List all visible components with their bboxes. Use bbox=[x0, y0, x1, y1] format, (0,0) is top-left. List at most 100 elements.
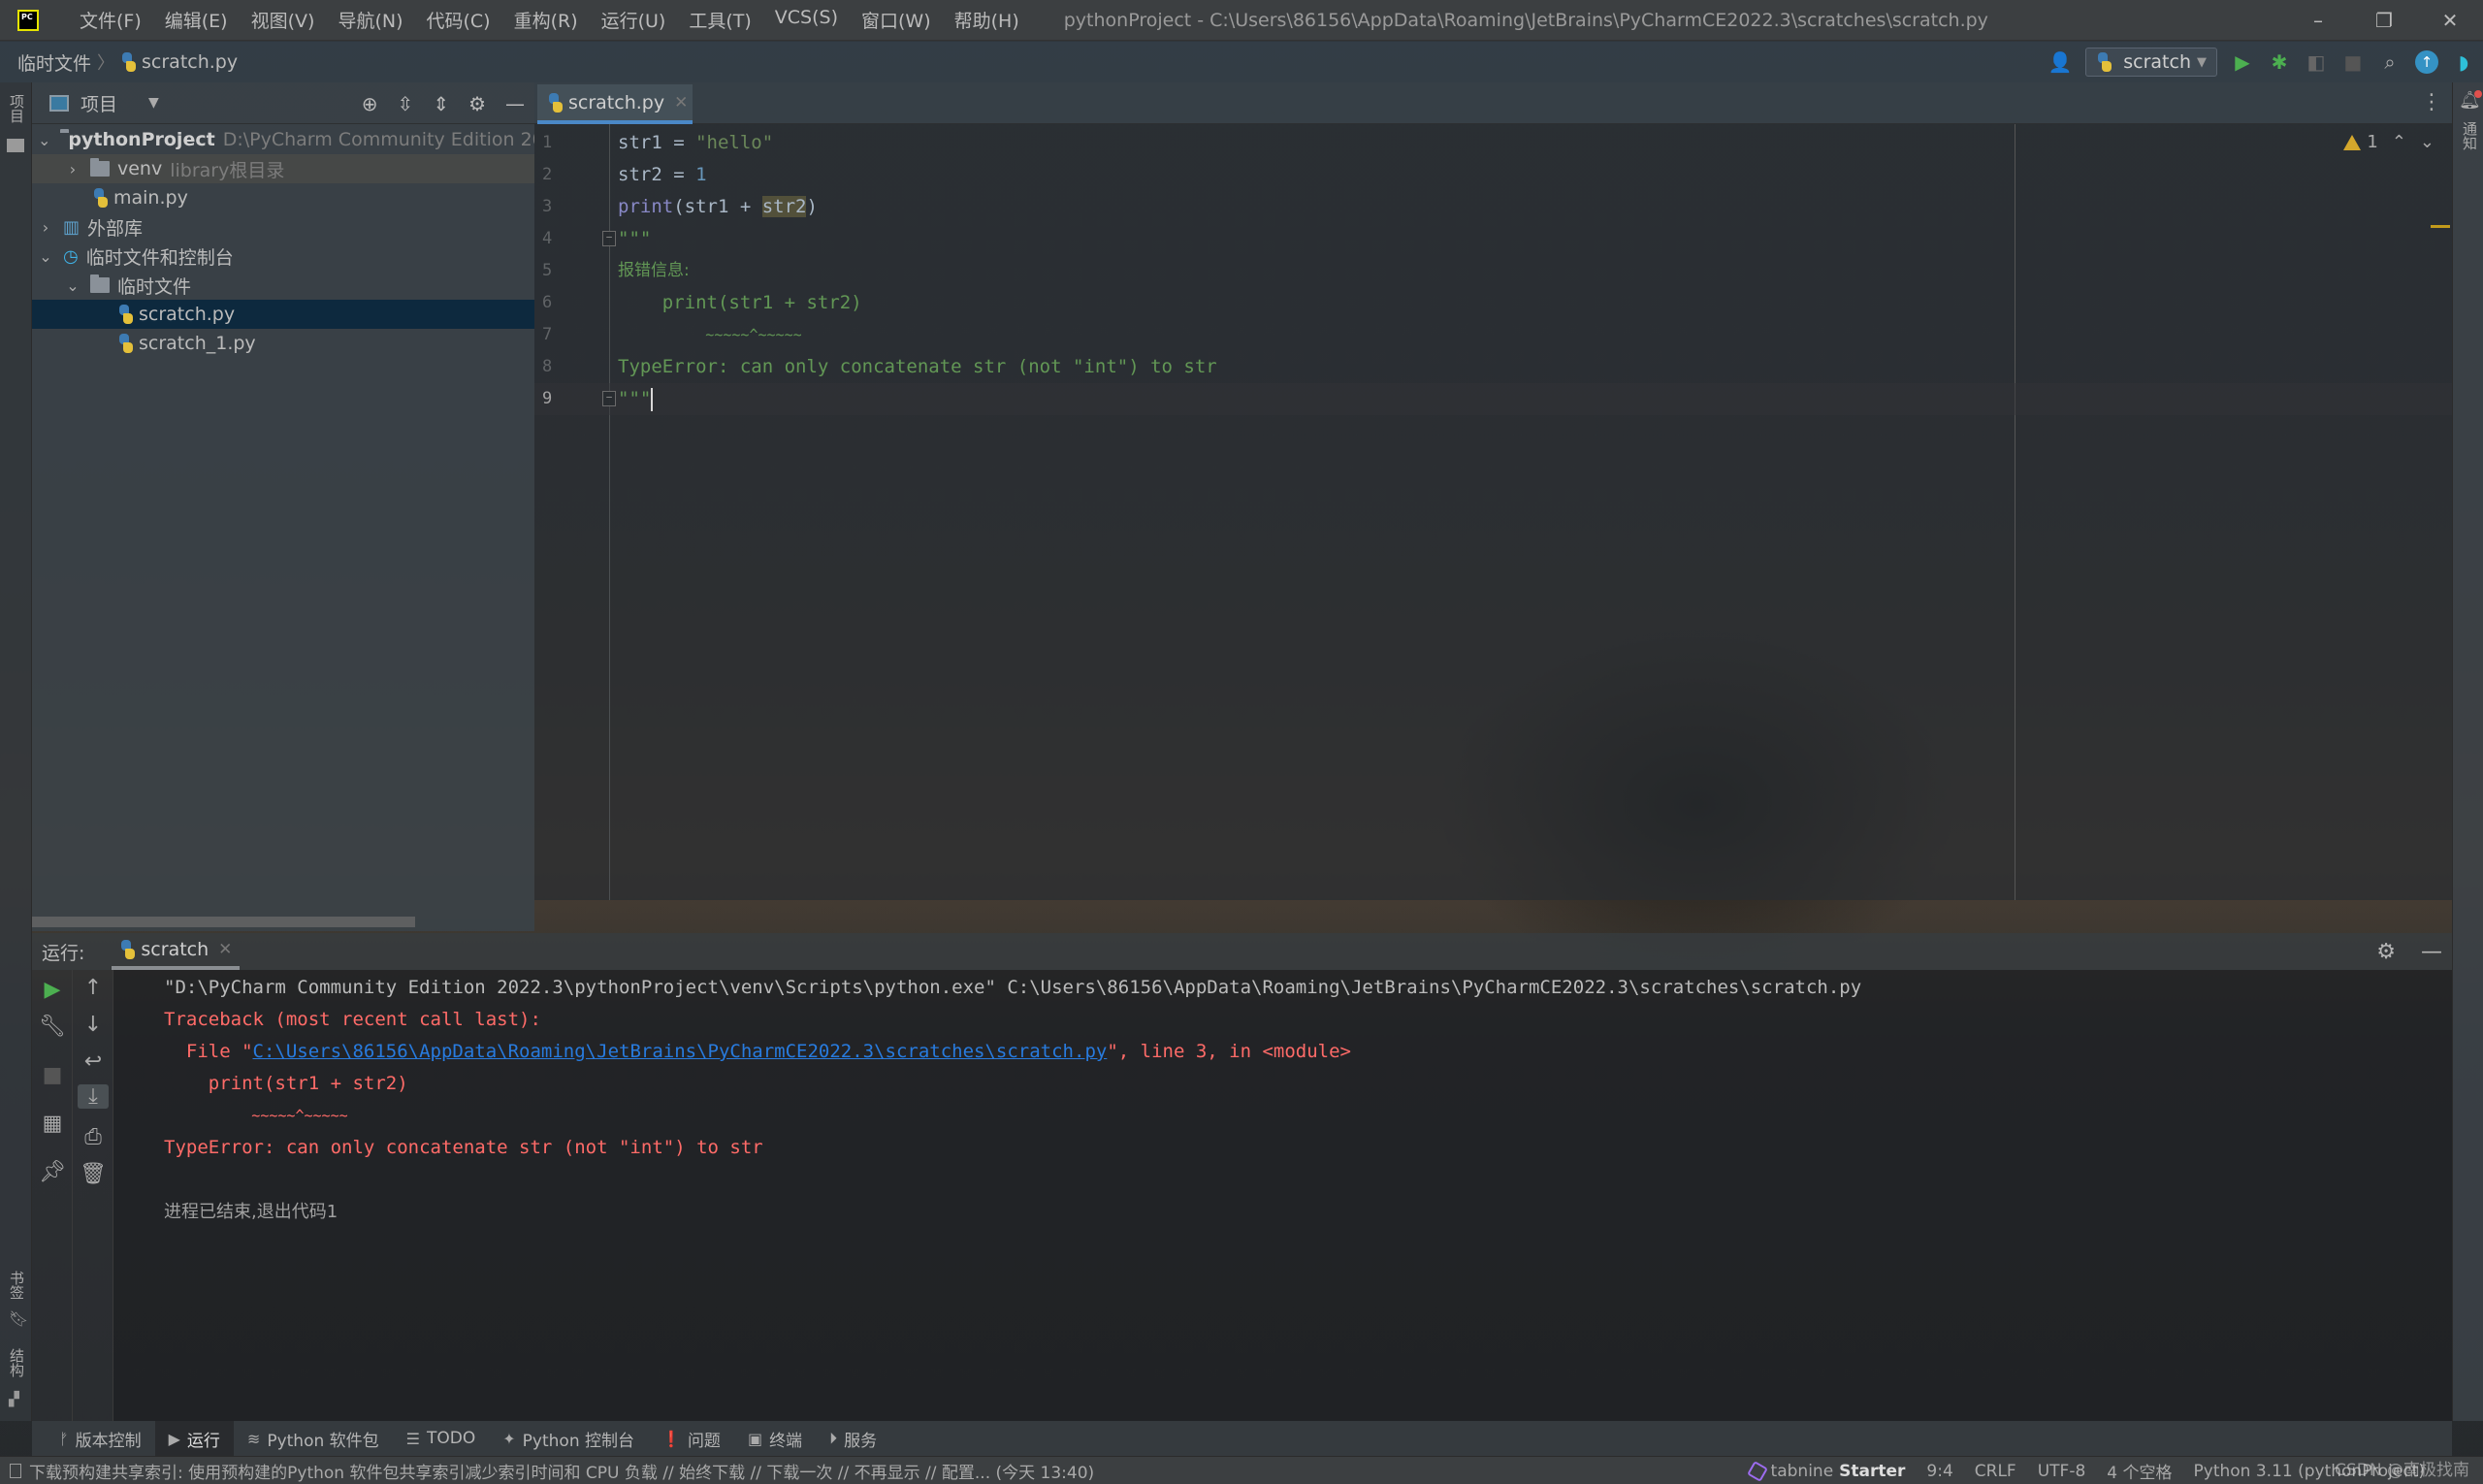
gear-icon[interactable]: ⚙ bbox=[2376, 940, 2396, 964]
tool-tab-run[interactable]: ▶ 运行 bbox=[154, 1421, 234, 1456]
debug-icon[interactable]: ✱ bbox=[2268, 50, 2291, 74]
search-icon[interactable]: ⌕ bbox=[2378, 50, 2402, 74]
close-icon[interactable]: ✕ bbox=[218, 940, 232, 959]
hide-icon[interactable]: — bbox=[2421, 940, 2442, 964]
toggle-tool-windows-icon[interactable] bbox=[10, 1463, 21, 1478]
locate-icon[interactable]: ⊕ bbox=[362, 92, 378, 115]
tool-tab-vcs[interactable]: ᚠ 版本控制 bbox=[46, 1421, 155, 1456]
project-view-title[interactable]: 项目 bbox=[81, 90, 117, 116]
menu-view[interactable]: 视图(V) bbox=[240, 7, 327, 33]
tool-tab-python-console[interactable]: ✦ Python 控制台 bbox=[489, 1421, 648, 1456]
code-line[interactable]: 2 str2 = 1 bbox=[534, 159, 2452, 191]
project-horizontal-scrollbar[interactable] bbox=[32, 917, 415, 927]
fold-icon[interactable]: − bbox=[602, 231, 616, 246]
status-message[interactable]: 下载预构建共享索引: 使用预构建的Python 软件包共享索引减少索引时间和 C… bbox=[10, 1459, 1094, 1483]
line-separator[interactable]: CRLF bbox=[1975, 1462, 2016, 1481]
menu-refactor[interactable]: 重构(R) bbox=[502, 7, 590, 33]
warning-stripe-marker[interactable] bbox=[2431, 225, 2450, 228]
caret-position[interactable]: 9:4 bbox=[1926, 1462, 1952, 1481]
code-line[interactable]: 8 TypeError: can only concatenate str (n… bbox=[534, 351, 2452, 383]
tool-tab-todo[interactable]: ☰ TODO bbox=[393, 1421, 490, 1456]
tree-item-pythonproject[interactable]: ⌄ pythonProject D:\PyCharm Community Edi… bbox=[32, 125, 534, 154]
more-options-icon[interactable]: ⋮ bbox=[2421, 90, 2442, 114]
menu-vcs[interactable]: VCS(S) bbox=[763, 7, 850, 33]
soft-wrap-icon[interactable]: ↩ bbox=[73, 1049, 113, 1074]
restore-button[interactable]: ❐ bbox=[2351, 0, 2417, 41]
file-link[interactable]: C:\Users\86156\AppData\Roaming\JetBrains… bbox=[253, 1041, 1108, 1062]
console-output[interactable]: "D:\PyCharm Community Edition 2022.3\pyt… bbox=[113, 970, 2452, 1421]
chevron-down-icon[interactable]: ⌄ bbox=[2420, 132, 2435, 152]
tab-scratch-py[interactable]: scratch.py ✕ bbox=[537, 84, 693, 124]
tool-tab-services[interactable]: ⏵ 服务 bbox=[816, 1421, 890, 1456]
menu-window[interactable]: 窗口(W) bbox=[850, 7, 943, 33]
bookmarks-tool-button[interactable]: 书签 bbox=[7, 1271, 27, 1300]
chevron-right-icon[interactable]: › bbox=[38, 218, 53, 237]
project-tool-button[interactable]: 项目 bbox=[7, 94, 27, 123]
arrow-up-icon[interactable]: ↑ bbox=[73, 976, 113, 1000]
chevron-up-icon[interactable]: ⌃ bbox=[2392, 132, 2406, 152]
tree-item-venv[interactable]: › venv library根目录 bbox=[32, 154, 534, 183]
hide-icon[interactable]: — bbox=[505, 92, 525, 115]
code-editor[interactable]: 1 str1 = "hello" 2 str2 = 1 3 print(str1… bbox=[534, 124, 2452, 900]
run-tab-scratch[interactable]: scratch ✕ bbox=[112, 933, 241, 970]
account-icon[interactable]: 👤 bbox=[2048, 50, 2073, 74]
menu-edit[interactable]: 编辑(E) bbox=[153, 7, 240, 33]
menu-file[interactable]: 文件(F) bbox=[68, 7, 153, 33]
chevron-down-icon[interactable]: ⌄ bbox=[38, 247, 53, 266]
close-button[interactable]: ✕ bbox=[2417, 0, 2483, 41]
code-line[interactable]: 5 报错信息: bbox=[534, 255, 2452, 287]
code-line[interactable]: 1 str1 = "hello" bbox=[534, 127, 2452, 159]
code-line[interactable]: 3 print(str1 + str2) bbox=[534, 191, 2452, 223]
tree-item-scratches[interactable]: ⌄ 临时文件 bbox=[32, 271, 534, 300]
gear-icon[interactable]: ⚙ bbox=[468, 92, 486, 115]
wrench-icon[interactable]: 🔧︎ bbox=[32, 1015, 73, 1039]
breadcrumb-scratches[interactable]: 临时文件 bbox=[17, 49, 91, 76]
notifications-tool-button[interactable]: 通知 bbox=[2460, 121, 2480, 150]
trash-icon[interactable]: 🗑︎ bbox=[73, 1162, 113, 1186]
tree-item-scratch-1-py[interactable]: scratch_1.py bbox=[32, 329, 534, 358]
tree-item-external-libraries[interactable]: › ▥ 外部库 bbox=[32, 212, 534, 242]
file-encoding[interactable]: UTF-8 bbox=[2038, 1462, 2086, 1481]
tool-tab-problems[interactable]: ❗ 问题 bbox=[648, 1421, 734, 1456]
tabnine-widget[interactable]: tabnine Starter bbox=[1746, 1460, 1905, 1482]
tree-item-scratch-py[interactable]: scratch.py bbox=[32, 300, 534, 329]
fold-icon[interactable]: − bbox=[602, 391, 616, 406]
close-icon[interactable]: ✕ bbox=[674, 93, 688, 113]
print-icon[interactable]: ⎙ bbox=[73, 1125, 113, 1149]
stop-icon[interactable]: ■ bbox=[2341, 50, 2365, 74]
layout-icon[interactable]: ▦ bbox=[32, 1112, 73, 1136]
menu-run[interactable]: 运行(U) bbox=[590, 7, 678, 33]
chevron-down-icon[interactable]: ⌄ bbox=[38, 131, 50, 149]
indent-setting[interactable]: 4 个空格 bbox=[2107, 1459, 2172, 1483]
minimize-button[interactable]: – bbox=[2285, 0, 2351, 41]
menu-help[interactable]: 帮助(H) bbox=[943, 7, 1031, 33]
menu-tools[interactable]: 工具(T) bbox=[677, 7, 762, 33]
scroll-to-end-icon[interactable]: ⤓ bbox=[78, 1084, 109, 1109]
tool-tab-python-packages[interactable]: ≋ Python 软件包 bbox=[234, 1421, 393, 1456]
warning-highlight[interactable]: str2 bbox=[761, 196, 807, 217]
menu-navigate[interactable]: 导航(N) bbox=[326, 7, 414, 33]
collapse-all-icon[interactable]: ⇕ bbox=[433, 92, 449, 115]
expand-all-icon[interactable]: ⇳ bbox=[398, 92, 414, 115]
structure-tool-button[interactable]: 结构 bbox=[7, 1348, 27, 1377]
update-icon[interactable]: ↑ bbox=[2415, 50, 2438, 74]
arrow-down-icon[interactable]: ↓ bbox=[73, 1013, 113, 1037]
breadcrumb-file[interactable]: scratch.py bbox=[142, 51, 238, 73]
chevron-right-icon[interactable]: › bbox=[65, 160, 81, 178]
tree-item-main-py[interactable]: main.py bbox=[32, 183, 534, 212]
tree-item-scratches-consoles[interactable]: ⌄ ◷ 临时文件和控制台 bbox=[32, 242, 534, 271]
code-line[interactable]: 6 print(str1 + str2) bbox=[534, 287, 2452, 319]
pin-icon[interactable]: 📌︎ bbox=[32, 1160, 73, 1184]
tool-tab-terminal[interactable]: ▣ 终端 bbox=[734, 1421, 816, 1456]
code-line[interactable]: 4 − """ bbox=[534, 223, 2452, 255]
code-line-current[interactable]: 9 − """ bbox=[534, 383, 2452, 415]
run-config-selector[interactable]: scratch ▼ bbox=[2085, 48, 2217, 77]
run-icon[interactable]: ▶ bbox=[2231, 50, 2254, 74]
stop-icon[interactable]: ■ bbox=[32, 1063, 73, 1087]
coverage-icon[interactable]: ◧ bbox=[2305, 50, 2328, 74]
chevron-down-icon[interactable]: ⌄ bbox=[65, 276, 81, 295]
menu-code[interactable]: 代码(C) bbox=[414, 7, 501, 33]
rerun-icon[interactable]: ▶ bbox=[32, 978, 73, 1002]
chevron-down-icon[interactable]: ▼ bbox=[148, 95, 159, 111]
inspection-widget[interactable]: 1 ⌃ ⌄ bbox=[2343, 132, 2435, 152]
